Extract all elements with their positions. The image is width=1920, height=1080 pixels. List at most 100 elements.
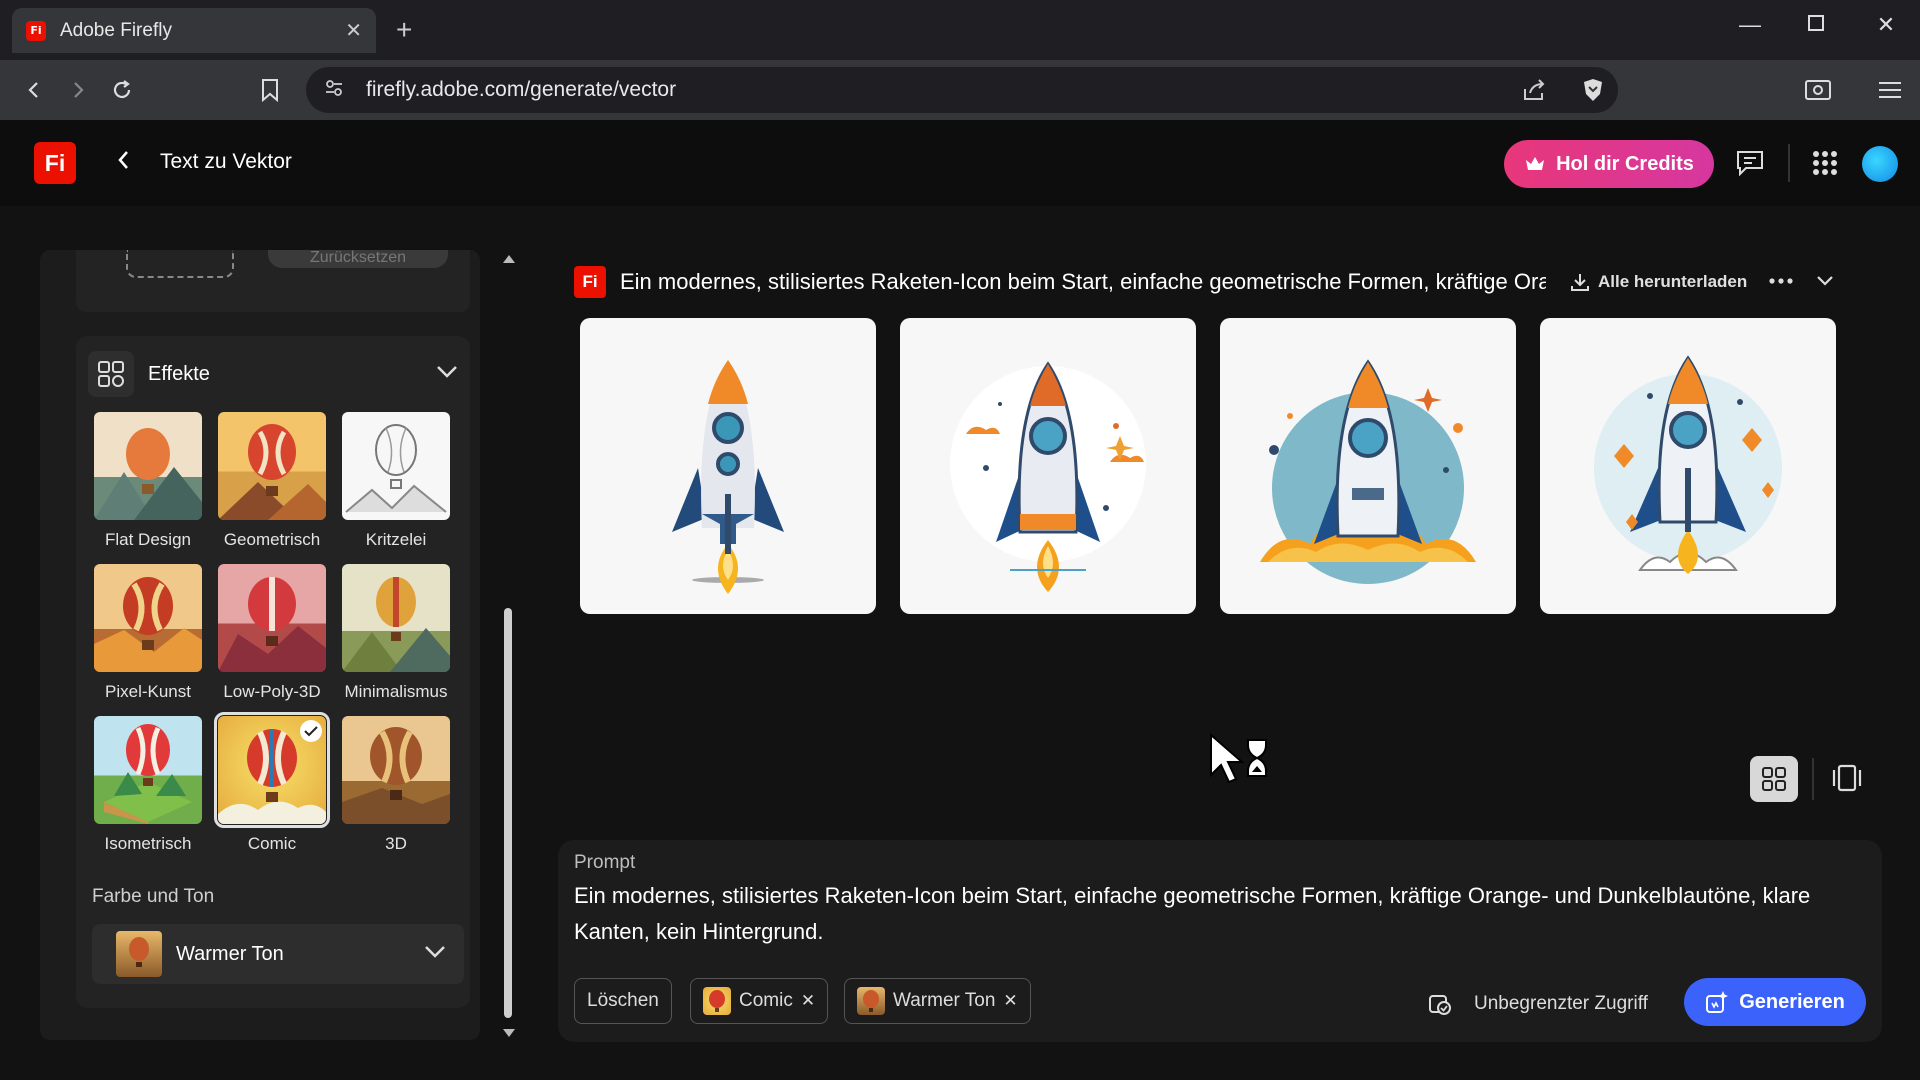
effect-label: Kritzelei bbox=[365, 530, 427, 549]
get-credits-button[interactable]: Hol dir Credits bbox=[1504, 140, 1714, 188]
url-text: firefly.adobe.com/generate/vector bbox=[366, 78, 677, 101]
effect-thumb-doodle[interactable] bbox=[342, 412, 450, 520]
grid-view-icon bbox=[1762, 767, 1786, 791]
result-prompt-title: Ein modernes, stilisiertes Raketen-Icon … bbox=[620, 269, 1546, 294]
prompt-panel: Prompt Ein modernes, stilisiertes Rakete… bbox=[558, 840, 1882, 1042]
effect-thumb-comic[interactable] bbox=[214, 712, 330, 828]
composition-card: Zurücksetzen bbox=[76, 250, 470, 312]
reader-mode-icon[interactable] bbox=[1800, 72, 1836, 108]
color-tone-value: Warmer Ton bbox=[176, 942, 284, 965]
new-tab-icon[interactable]: + bbox=[396, 14, 412, 46]
effects-icon bbox=[88, 351, 134, 397]
effects-title: Effekte bbox=[148, 362, 210, 385]
effect-thumb-3d[interactable] bbox=[342, 716, 450, 824]
effect-label: Isometrisch bbox=[104, 834, 192, 853]
effect-thumb-flat-design[interactable] bbox=[94, 412, 202, 520]
user-avatar[interactable] bbox=[1862, 146, 1898, 182]
browser-tab[interactable]: Fi Adobe Firefly ✕ bbox=[12, 8, 376, 53]
warm-chip-thumb bbox=[857, 987, 885, 1015]
address-bar[interactable]: firefly.adobe.com/generate/vector bbox=[306, 67, 1618, 113]
credits-label: Hol dir Credits bbox=[1556, 152, 1694, 175]
app-header: Fi Text zu Vektor Hol dir Credits bbox=[0, 120, 1920, 206]
feedback-icon[interactable] bbox=[1736, 150, 1764, 181]
effect-label: Pixel-Kunst bbox=[105, 682, 191, 701]
result-image-3[interactable] bbox=[1220, 318, 1516, 614]
remove-chip-icon[interactable]: ✕ bbox=[801, 991, 815, 1011]
reset-button[interactable]: Zurücksetzen bbox=[268, 250, 448, 268]
reference-upload-area[interactable] bbox=[126, 250, 234, 278]
effect-thumb-isometric[interactable] bbox=[94, 716, 202, 824]
sidebar-scrollbar[interactable] bbox=[500, 248, 516, 1044]
effect-thumb-minimalism[interactable] bbox=[342, 564, 450, 672]
view-toggle-divider bbox=[1812, 758, 1814, 800]
download-all-button[interactable]: Alle herunterladen bbox=[1570, 272, 1747, 292]
single-view-icon[interactable] bbox=[1832, 764, 1862, 797]
share-icon[interactable] bbox=[1522, 79, 1546, 106]
header-divider bbox=[1788, 144, 1790, 182]
unlimited-access: Unbegrenzter Zugriff bbox=[1428, 992, 1648, 1016]
color-tone-select[interactable]: Warmer Ton bbox=[92, 924, 464, 984]
reload-icon[interactable] bbox=[104, 72, 140, 108]
effects-header[interactable]: Effekte bbox=[88, 348, 458, 400]
more-options-icon[interactable] bbox=[1768, 268, 1794, 299]
tab-close-icon[interactable]: ✕ bbox=[345, 18, 362, 43]
scroll-up-icon[interactable] bbox=[502, 254, 516, 264]
effect-label: Low-Poly-3D bbox=[223, 682, 321, 701]
warm-tone-thumb bbox=[116, 931, 162, 977]
result-image-1[interactable] bbox=[580, 318, 876, 614]
firefly-logo[interactable]: Fi bbox=[34, 142, 76, 184]
firefly-favicon-icon: Fi bbox=[26, 20, 46, 41]
effect-thumb-pixel-art[interactable] bbox=[94, 564, 202, 672]
chip-label: Comic bbox=[739, 990, 793, 1011]
effect-label: Minimalismus bbox=[344, 682, 448, 701]
minimize-icon[interactable]: — bbox=[1730, 12, 1770, 38]
generate-button[interactable]: Generieren bbox=[1684, 978, 1866, 1026]
scroll-down-icon[interactable] bbox=[502, 1028, 516, 1038]
access-label: Unbegrenzter Zugriff bbox=[1474, 993, 1648, 1014]
generate-label: Generieren bbox=[1739, 990, 1845, 1013]
clear-button[interactable]: Löschen bbox=[574, 978, 672, 1024]
selected-check-icon bbox=[300, 720, 322, 742]
apps-grid-icon[interactable] bbox=[1812, 150, 1838, 181]
scroll-thumb[interactable] bbox=[504, 608, 512, 1018]
download-icon bbox=[1571, 274, 1589, 291]
result-image-2[interactable] bbox=[900, 318, 1196, 614]
chip-label: Warmer Ton bbox=[893, 990, 996, 1011]
download-all-label: Alle herunterladen bbox=[1598, 272, 1748, 291]
browser-toolbar: firefly.adobe.com/generate/vector bbox=[0, 60, 1920, 120]
effect-thumb-low-poly-3d[interactable] bbox=[218, 564, 326, 672]
browser-titlebar: Fi Adobe Firefly ✕ + — ✕ bbox=[0, 0, 1920, 60]
forward-icon[interactable] bbox=[60, 72, 96, 108]
chip-warm-tone[interactable]: Warmer Ton ✕ bbox=[844, 978, 1031, 1024]
back-chevron-icon[interactable] bbox=[114, 148, 134, 177]
collapse-results-icon[interactable] bbox=[1814, 268, 1836, 297]
comic-chip-thumb bbox=[703, 987, 731, 1015]
result-image-4[interactable] bbox=[1540, 318, 1836, 614]
prompt-input[interactable]: Ein modernes, stilisiertes Raketen-Icon … bbox=[574, 878, 1864, 950]
maximize-icon[interactable] bbox=[1796, 12, 1836, 38]
busy-cursor-icon bbox=[1208, 732, 1280, 797]
close-window-icon[interactable]: ✕ bbox=[1866, 12, 1906, 38]
site-settings-icon[interactable] bbox=[324, 78, 344, 103]
effect-label: Flat Design bbox=[105, 530, 191, 549]
effect-thumb-geometric[interactable] bbox=[218, 412, 326, 520]
prompt-label: Prompt bbox=[574, 852, 636, 873]
effects-collapse-icon[interactable] bbox=[436, 365, 458, 384]
effect-label: 3D bbox=[385, 834, 407, 853]
clear-label: Löschen bbox=[587, 990, 659, 1011]
page-title: Text zu Vektor bbox=[160, 150, 292, 173]
firefly-small-logo: Fi bbox=[574, 266, 606, 298]
generate-icon bbox=[1706, 991, 1729, 1013]
color-tone-label: Farbe und Ton bbox=[92, 886, 215, 907]
access-icon bbox=[1429, 995, 1451, 1015]
result-header: Fi Ein modernes, stilisiertes Raketen-Ic… bbox=[574, 264, 1854, 300]
chevron-down-icon bbox=[424, 945, 446, 964]
back-icon[interactable] bbox=[16, 72, 52, 108]
crown-icon bbox=[1526, 157, 1545, 170]
browser-menu-icon[interactable] bbox=[1872, 72, 1908, 108]
remove-chip-icon[interactable]: ✕ bbox=[1003, 991, 1017, 1011]
brave-shield-icon[interactable] bbox=[1582, 78, 1604, 107]
chip-comic[interactable]: Comic ✕ bbox=[690, 978, 829, 1024]
grid-view-button[interactable] bbox=[1750, 756, 1798, 802]
bookmark-icon[interactable] bbox=[252, 72, 288, 108]
